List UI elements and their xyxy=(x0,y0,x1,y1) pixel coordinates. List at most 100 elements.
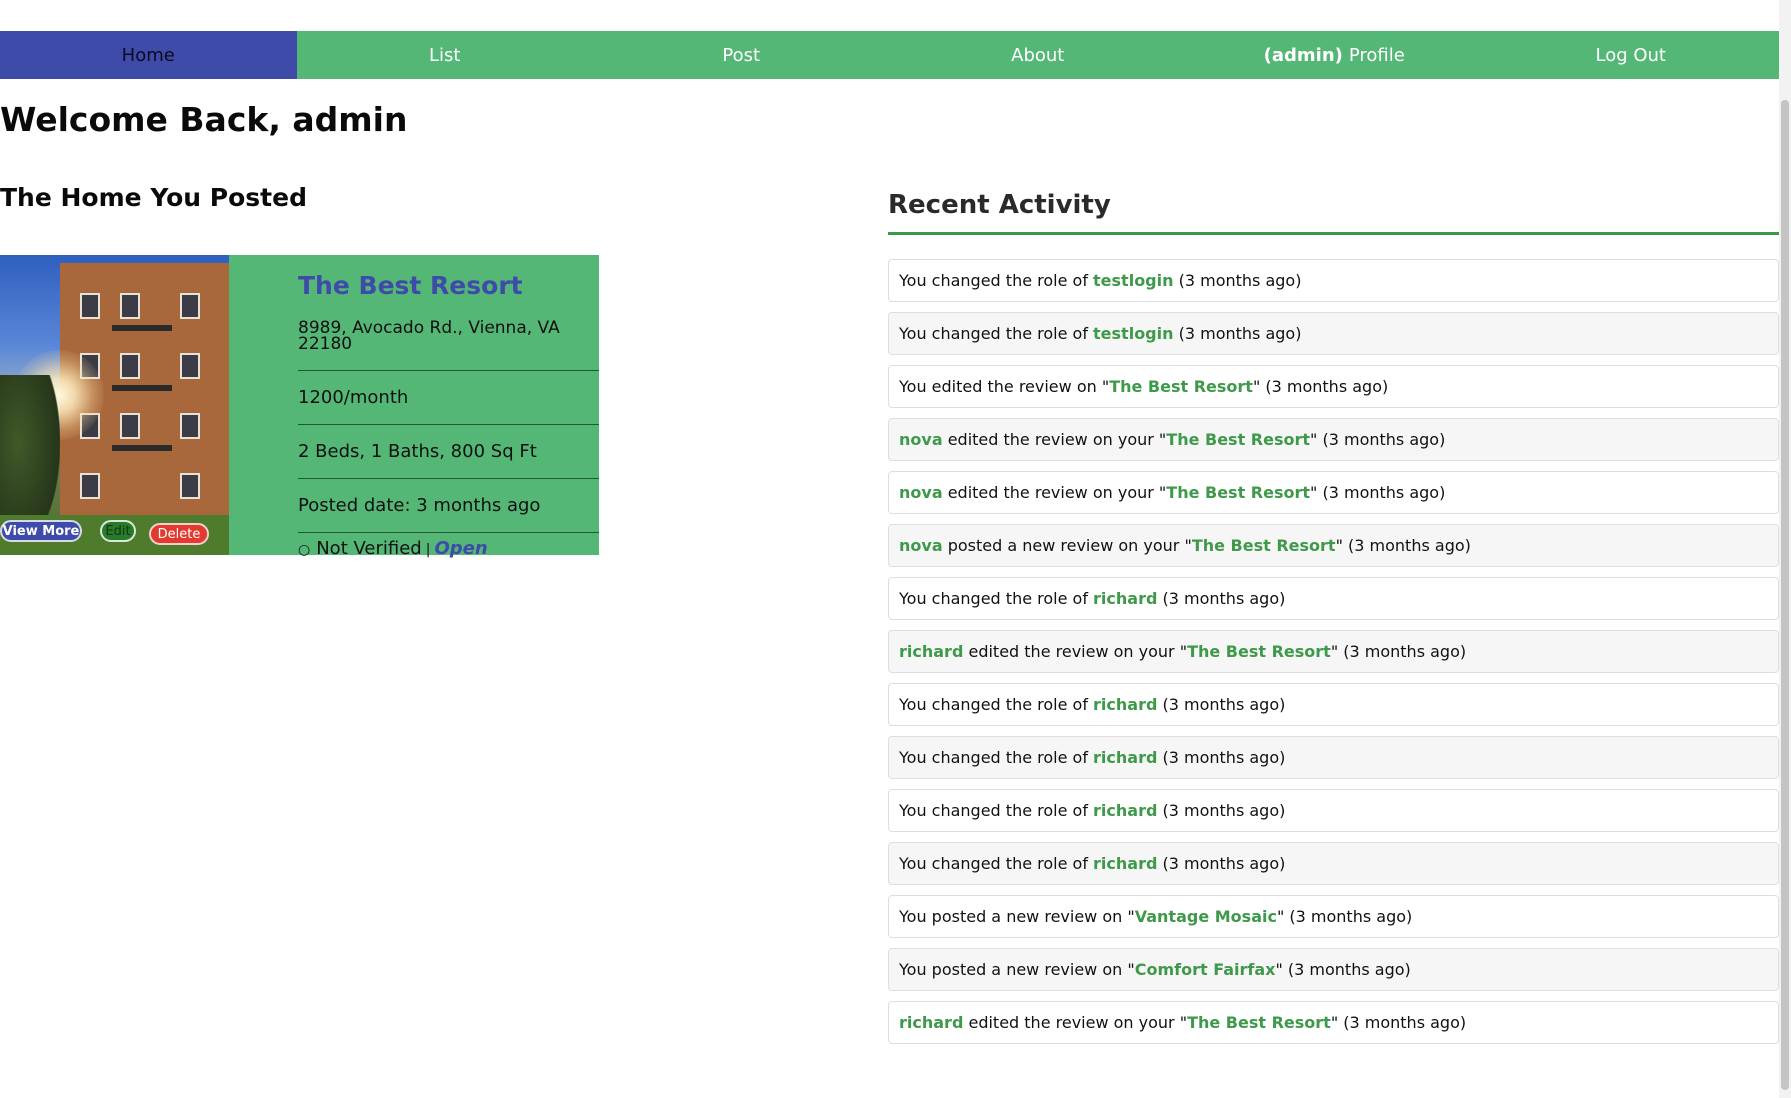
activity-text: edited the review on your " xyxy=(942,483,1167,502)
activity-text: edited the review on your " xyxy=(963,642,1188,661)
activity-item: nova edited the review on your " The Best… xyxy=(888,418,1779,461)
activity-link[interactable]: The Best Resort xyxy=(1187,642,1331,661)
activity-text: You posted a new review on " xyxy=(899,960,1135,979)
activity-item: You changed the role of richard (3 month… xyxy=(888,842,1779,885)
activity-text: You changed the role of xyxy=(899,271,1094,290)
activity-text: " (3 months ago) xyxy=(1252,377,1389,396)
divider xyxy=(298,424,599,425)
activity-text: (3 months ago) xyxy=(1157,854,1286,873)
home-status: ○ Not Verified | Open xyxy=(298,538,488,559)
home-details: 2 Beds, 1 Baths, 800 Sq Ft xyxy=(298,441,537,462)
activity-link[interactable]: The Best Resort xyxy=(1109,377,1253,396)
activity-link[interactable]: nova xyxy=(899,430,943,449)
activity-link[interactable]: nova xyxy=(899,483,943,502)
activity-text: edited the review on your " xyxy=(963,1013,1188,1032)
nav-profile[interactable]: (admin) Profile xyxy=(1186,31,1483,79)
activity-link[interactable]: The Best Resort xyxy=(1166,483,1310,502)
activity-item: You changed the role of richard (3 month… xyxy=(888,577,1779,620)
home-info: The Best Resort 8989, Avocado Rd., Vienn… xyxy=(298,255,599,559)
activity-text: You changed the role of xyxy=(899,801,1094,820)
activity-item: richard edited the review on your " The B… xyxy=(888,1001,1779,1044)
recent-activity-title: Recent Activity xyxy=(888,190,1111,220)
activity-item: nova edited the review on your " The Best… xyxy=(888,471,1779,514)
activity-link[interactable]: Comfort Fairfax xyxy=(1135,960,1276,979)
activity-item: You changed the role of richard (3 month… xyxy=(888,789,1779,832)
nav-list[interactable]: List xyxy=(297,31,594,79)
view-more-button[interactable]: View More xyxy=(0,520,82,542)
activity-item: You changed the role of richard (3 month… xyxy=(888,683,1779,726)
activity-text: (3 months ago) xyxy=(1173,324,1302,343)
activity-link[interactable]: richard xyxy=(899,1013,963,1032)
status-separator: | xyxy=(425,542,431,558)
scrollbar-thumb[interactable] xyxy=(1781,100,1789,1090)
home-address: 8989, Avocado Rd., Vienna, VA 22180 xyxy=(298,318,560,354)
nav-logout-label: Log Out xyxy=(1595,44,1666,66)
nav-profile-label: Profile xyxy=(1348,44,1405,66)
open-status: Open xyxy=(434,538,488,559)
unverified-circle-icon: ○ xyxy=(298,542,311,558)
activity-item: You changed the role of testlogin (3 mon… xyxy=(888,259,1779,302)
home-posted-date: Posted date: 3 months ago xyxy=(298,495,541,516)
nav-home[interactable]: Home xyxy=(0,31,297,79)
activity-item: You changed the role of richard (3 month… xyxy=(888,736,1779,779)
divider xyxy=(298,370,599,371)
activity-text: " (3 months ago) xyxy=(1310,430,1446,449)
edit-button[interactable]: Edit xyxy=(100,520,136,542)
activity-text: (3 months ago) xyxy=(1157,589,1286,608)
recent-activity: Recent Activity You changed the role of … xyxy=(888,190,1779,1044)
home-price: 1200/month xyxy=(298,387,409,408)
scrollbar[interactable] xyxy=(1779,0,1791,1098)
activity-link[interactable]: richard xyxy=(1093,801,1157,820)
activity-divider xyxy=(888,232,1779,235)
activity-list: You changed the role of testlogin (3 mon… xyxy=(888,259,1779,1054)
activity-link[interactable]: richard xyxy=(1093,695,1157,714)
activity-text: You changed the role of xyxy=(899,324,1094,343)
home-photo xyxy=(0,255,229,555)
activity-link[interactable]: nova xyxy=(899,536,943,555)
activity-text: " (3 months ago) xyxy=(1276,907,1413,926)
activity-link[interactable]: richard xyxy=(1093,748,1157,767)
activity-link[interactable]: richard xyxy=(1093,854,1157,873)
posted-home-heading: The Home You Posted xyxy=(0,183,307,212)
activity-link[interactable]: testlogin xyxy=(1093,324,1173,343)
activity-text: (3 months ago) xyxy=(1157,695,1286,714)
activity-text: You changed the role of xyxy=(899,748,1094,767)
activity-item: richard edited the review on your " The B… xyxy=(888,630,1779,673)
nav-list-label: List xyxy=(429,44,461,66)
nav-about-label: About xyxy=(1011,44,1065,66)
activity-link[interactable]: testlogin xyxy=(1093,271,1173,290)
nav-post-label: Post xyxy=(722,44,761,66)
top-nav: Home List Post About (admin) Profile Log … xyxy=(0,31,1779,79)
activity-text: You changed the role of xyxy=(899,589,1094,608)
activity-text: (3 months ago) xyxy=(1157,748,1286,767)
activity-link[interactable]: The Best Resort xyxy=(1166,430,1310,449)
activity-item: You edited the review on " The Best Resor… xyxy=(888,365,1779,408)
nav-about[interactable]: About xyxy=(890,31,1187,79)
activity-text: " (3 months ago) xyxy=(1335,536,1471,555)
card-actions: View More Edit Delete xyxy=(0,520,229,550)
activity-text: posted a new review on your " xyxy=(942,536,1192,555)
divider xyxy=(298,532,599,533)
nav-logout[interactable]: Log Out xyxy=(1483,31,1780,79)
activity-text: You changed the role of xyxy=(899,695,1094,714)
activity-link[interactable]: richard xyxy=(899,642,963,661)
verify-status: Not Verified xyxy=(316,538,422,559)
activity-text: " (3 months ago) xyxy=(1330,642,1467,661)
activity-link[interactable]: The Best Resort xyxy=(1187,1013,1331,1032)
divider xyxy=(298,478,599,479)
activity-text: (3 months ago) xyxy=(1157,801,1286,820)
activity-text: " (3 months ago) xyxy=(1310,483,1446,502)
activity-link[interactable]: Vantage Mosaic xyxy=(1135,907,1277,926)
home-title[interactable]: The Best Resort xyxy=(298,271,523,300)
page: Home List Post About (admin) Profile Log … xyxy=(0,0,1791,1098)
activity-link[interactable]: The Best Resort xyxy=(1192,536,1336,555)
activity-text: You posted a new review on " xyxy=(899,907,1135,926)
activity-text: " (3 months ago) xyxy=(1330,1013,1467,1032)
delete-button[interactable]: Delete xyxy=(149,523,209,545)
nav-post[interactable]: Post xyxy=(593,31,890,79)
activity-item: You posted a new review on " Vantage Mosa… xyxy=(888,895,1779,938)
activity-item: You posted a new review on " Comfort Fair… xyxy=(888,948,1779,991)
activity-link[interactable]: richard xyxy=(1093,589,1157,608)
activity-text: edited the review on your " xyxy=(942,430,1167,449)
activity-item: You changed the role of testlogin (3 mon… xyxy=(888,312,1779,355)
